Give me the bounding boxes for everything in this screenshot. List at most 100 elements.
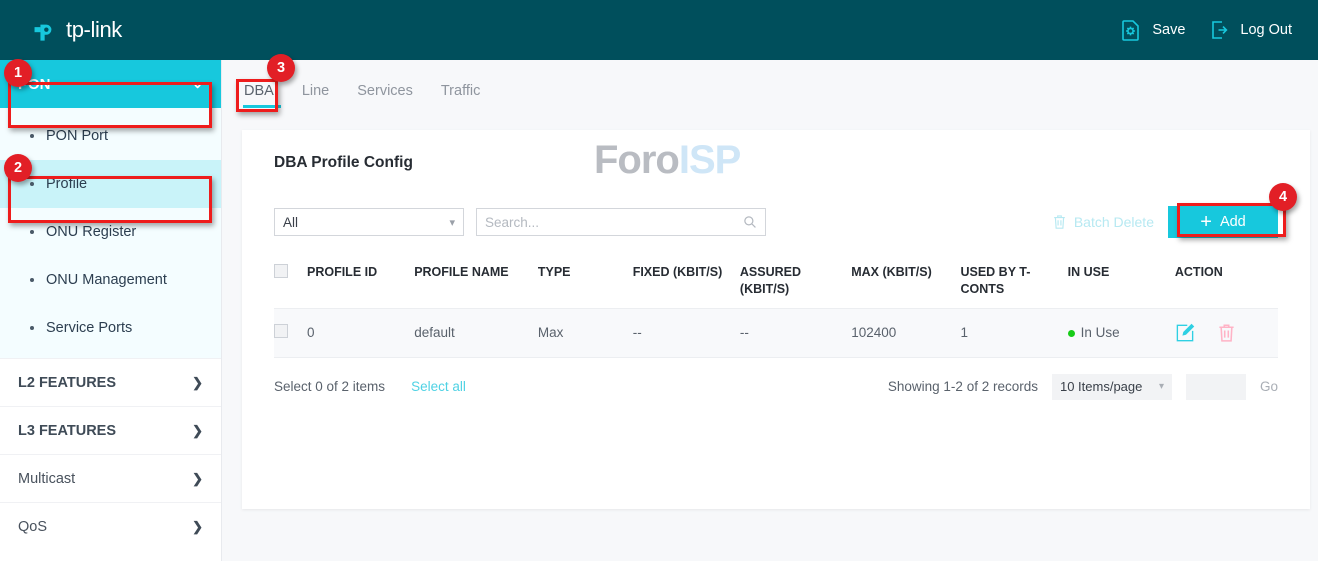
sidebar-group-pon[interactable]: PON ⌄ [0,60,221,108]
sidebar: PON ⌄ PON Port Profile ONU Register ONU … [0,60,222,561]
bullet-icon [30,182,34,186]
sidebar-item-service-ports[interactable]: Service Ports [0,304,221,352]
column-header-profile-name: PROFILE NAME [414,256,538,308]
chevron-down-icon: ▾ [449,216,455,229]
logout-icon [1207,18,1231,42]
column-header-in-use: IN USE [1068,256,1175,308]
sidebar-item-qos[interactable]: QoS ❯ [0,502,221,550]
cell-profile-name: default [414,308,538,357]
column-header-fixed: FIXED (KBIT/S) [633,256,740,308]
cell-assured: -- [740,308,851,357]
chevron-right-icon: ❯ [192,519,203,535]
page-title: DBA Profile Config [242,130,1310,172]
plus-icon: + [1200,212,1212,232]
search-box[interactable] [476,208,766,236]
column-header-action: ACTION [1175,256,1278,308]
row-checkbox[interactable] [274,324,288,338]
cell-max: 102400 [851,308,960,357]
sidebar-item-onu-management[interactable]: ONU Management [0,256,221,304]
sidebar-subitems: PON Port Profile ONU Register ONU Manage… [0,108,221,358]
dba-profile-card: ForoISP DBA Profile Config All ▾ [242,130,1310,509]
sidebar-item-label: L2 FEATURES [18,375,116,391]
dba-profile-table: PROFILE ID PROFILE NAME TYPE FIXED (KBIT… [274,256,1278,358]
sidebar-item-label: Profile [46,176,87,192]
chevron-right-icon: ❯ [192,471,203,487]
bullet-icon [30,326,34,330]
add-label: Add [1220,214,1246,230]
table-header-row: PROFILE ID PROFILE NAME TYPE FIXED (KBIT… [274,256,1278,308]
main-content: DBA Line Services Traffic ForoISP DBA Pr… [222,60,1318,561]
save-icon [1119,18,1143,42]
selection-info: Select 0 of 2 items [274,379,385,394]
brand-name: tp-link [66,17,122,43]
brand-logo: tp-link [32,17,122,44]
tab-line[interactable]: Line [288,83,343,108]
row-select-cell [274,308,307,357]
search-input[interactable] [485,215,743,230]
save-label: Save [1152,22,1185,38]
add-button[interactable]: + Add [1168,206,1278,238]
bullet-icon [30,230,34,234]
sidebar-item-label: QoS [18,519,47,535]
cell-in-use: In Use [1068,308,1175,357]
chevron-down-icon: ▾ [1159,381,1164,392]
sidebar-item-label: ONU Management [46,272,167,288]
tp-link-logo-icon [32,17,59,44]
tab-label: DBA [244,83,274,99]
chevron-right-icon: ❯ [192,423,203,439]
sidebar-item-l3-features[interactable]: L3 FEATURES ❯ [0,406,221,454]
cell-fixed: -- [633,308,740,357]
sidebar-item-label: Service Ports [46,320,132,336]
select-all-checkbox[interactable] [274,264,288,278]
trash-icon [1052,214,1067,230]
tab-bar: DBA Line Services Traffic [222,60,1318,108]
cell-action [1175,308,1278,357]
table-footer: Select 0 of 2 items Select all Showing 1… [274,374,1278,400]
header-actions: Save Log Out [1119,18,1292,42]
page-size-value: 10 Items/page [1060,379,1142,394]
go-button[interactable]: Go [1260,379,1278,394]
tab-label: Services [357,83,413,99]
tab-services[interactable]: Services [343,83,427,108]
page-size-select[interactable]: 10 Items/page ▾ [1052,374,1172,400]
cell-used-by-tconts: 1 [960,308,1067,357]
batch-delete-button[interactable]: Batch Delete [1052,214,1154,230]
chevron-down-icon: ⌄ [192,76,203,92]
sidebar-item-label: Multicast [18,471,75,487]
select-all-header [274,256,307,308]
status-badge: In Use [1081,325,1120,340]
sidebar-item-label: PON Port [46,128,108,144]
sidebar-item-onu-register[interactable]: ONU Register [0,208,221,256]
batch-delete-label: Batch Delete [1074,214,1154,230]
logout-button[interactable]: Log Out [1207,18,1292,42]
sidebar-item-label: L3 FEATURES [18,423,116,439]
sidebar-item-label: ONU Register [46,224,136,240]
sidebar-item-pon-port[interactable]: PON Port [0,112,221,160]
tab-dba[interactable]: DBA [236,83,288,108]
app-header: tp-link Save Log Out [0,0,1318,60]
page-number-input[interactable] [1186,374,1246,400]
sidebar-item-l2-features[interactable]: L2 FEATURES ❯ [0,358,221,406]
tab-label: Line [302,83,329,99]
edit-icon[interactable] [1175,323,1195,343]
cell-profile-id: 0 [307,308,414,357]
logout-label: Log Out [1240,22,1292,38]
save-button[interactable]: Save [1119,18,1185,42]
bullet-icon [30,134,34,138]
select-all-link[interactable]: Select all [411,379,466,394]
table-row: 0 default Max -- -- 102400 1 In Use [274,308,1278,357]
table-toolbar: All ▾ Batch Delete + Ad [274,206,1278,238]
sidebar-item-multicast[interactable]: Multicast ❯ [0,454,221,502]
bullet-icon [30,278,34,282]
delete-icon[interactable] [1217,323,1236,343]
filter-select-value: All [283,215,298,230]
search-icon[interactable] [743,215,757,229]
chevron-right-icon: ❯ [192,375,203,391]
sidebar-item-profile[interactable]: Profile [0,160,221,208]
filter-select[interactable]: All ▾ [274,208,464,236]
column-header-type: TYPE [538,256,633,308]
tab-traffic[interactable]: Traffic [427,83,494,108]
column-header-assured: ASSURED (KBIT/S) [740,256,851,308]
column-header-max: MAX (KBIT/S) [851,256,960,308]
cell-type: Max [538,308,633,357]
